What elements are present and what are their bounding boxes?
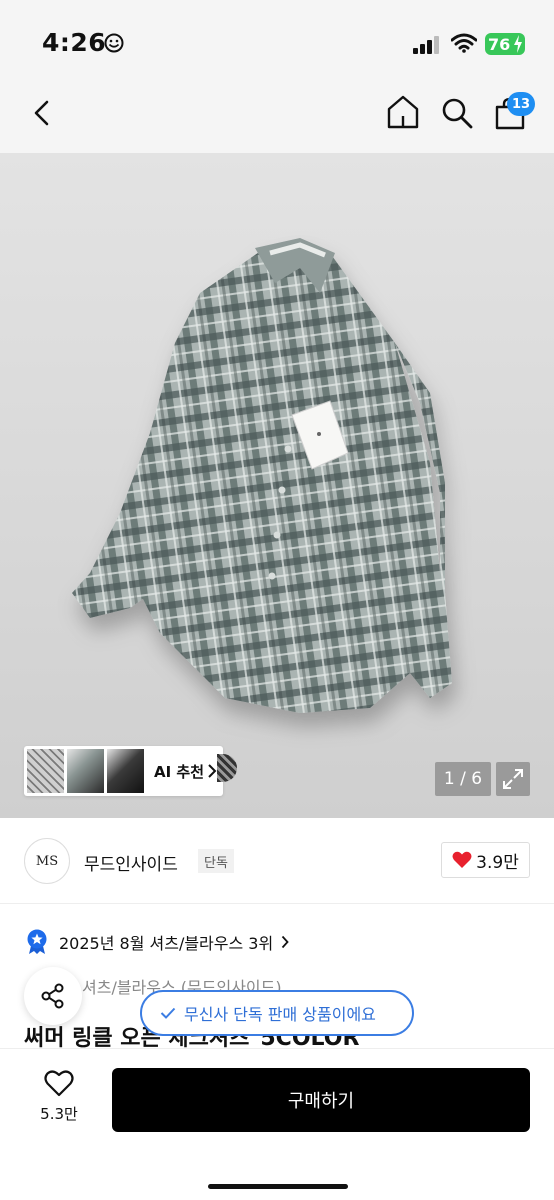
brand-like-count: 3.9만	[476, 852, 519, 873]
signal-icon	[413, 36, 439, 54]
ai-thumb-1	[27, 749, 64, 793]
wishlist-button[interactable]: 5.3만	[26, 1069, 92, 1133]
exclusive-tag: 단독	[198, 849, 234, 873]
buy-button[interactable]: 구매하기	[112, 1068, 530, 1132]
brand-row: MS 무드인사이드 단독 3.9만	[0, 818, 554, 904]
battery-indicator: 76	[485, 33, 525, 55]
bottom-purchase-bar: 5.3만 구매하기	[0, 1048, 554, 1200]
status-time: 4:26	[42, 28, 107, 57]
brand-logo[interactable]: MS	[24, 838, 70, 884]
exclusive-sale-toast: 무신사 단독 판매 상품이에요	[140, 990, 414, 1036]
status-bar: 4:26 76	[0, 0, 554, 80]
charging-bolt-icon	[514, 35, 522, 53]
brand-like-button[interactable]: 3.9만	[441, 842, 530, 878]
back-arrow-icon[interactable]	[28, 96, 58, 130]
product-photo-shirt	[72, 238, 452, 713]
battery-level: 76	[488, 34, 511, 54]
ai-thumb-3	[107, 749, 144, 793]
ai-recommendation-chip[interactable]: AI 추천	[24, 746, 223, 796]
ranking-link[interactable]: 2025년 8월 셔츠/블라우스 3위	[26, 929, 289, 955]
ranking-medal-icon	[27, 929, 47, 954]
ai-thumb-2	[67, 749, 104, 793]
ai-recommendation-label: AI 추천	[154, 762, 205, 781]
ranking-text: 2025년 8월 셔츠/블라우스 3위	[59, 934, 274, 953]
heart-filled-icon	[452, 851, 472, 868]
brand-name[interactable]: 무드인사이드	[84, 850, 178, 875]
home-indicator	[208, 1184, 348, 1189]
expand-icon[interactable]	[496, 762, 530, 796]
top-nav	[0, 80, 554, 153]
heart-outline-icon	[44, 1070, 74, 1097]
home-icon[interactable]	[386, 94, 420, 130]
wishlist-count: 5.3만	[40, 1105, 78, 1123]
share-icon	[41, 983, 64, 1009]
check-icon	[160, 1007, 176, 1019]
cart-count-badge: 13	[507, 92, 535, 116]
chevron-right-icon	[208, 764, 217, 778]
exclusive-sale-text: 무신사 단독 판매 상품이에요	[184, 1005, 376, 1024]
share-button[interactable]	[24, 967, 82, 1025]
product-image-gallery[interactable]: AI 추천 1 / 6	[0, 153, 554, 818]
search-icon[interactable]	[440, 96, 474, 130]
image-page-indicator: 1 / 6	[435, 762, 491, 796]
chevron-right-icon	[282, 935, 289, 949]
smiley-icon	[104, 33, 124, 53]
wifi-icon	[451, 33, 477, 53]
